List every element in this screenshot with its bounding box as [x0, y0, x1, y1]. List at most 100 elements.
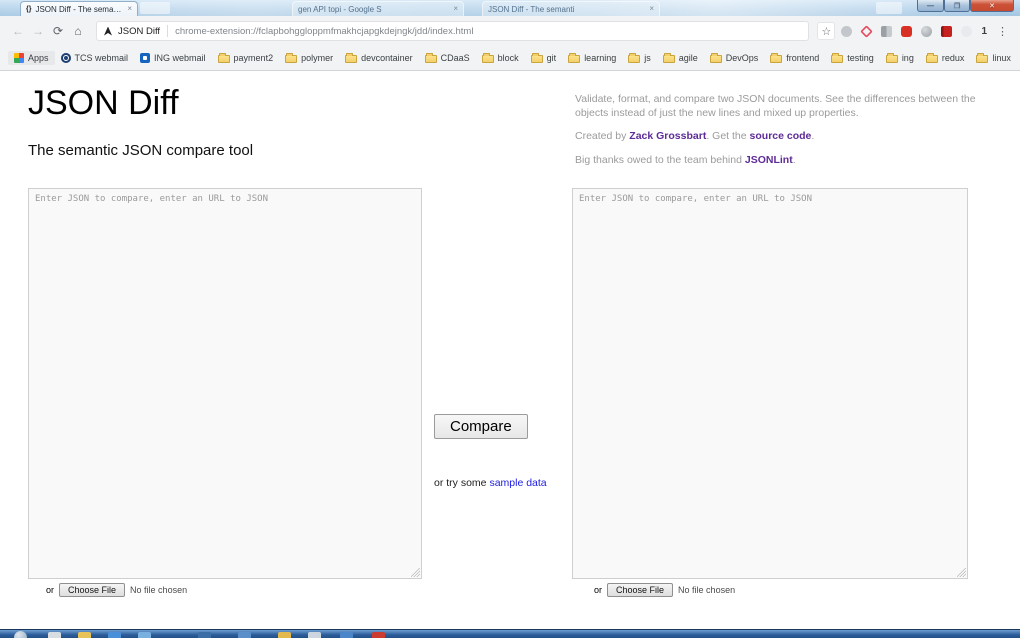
tab-json-diff-active[interactable]: {} JSON Diff - The semantic ×: [20, 1, 138, 16]
tab-close-icon[interactable]: ×: [649, 5, 654, 13]
page-subtitle: The semantic JSON compare tool: [28, 142, 253, 159]
tab-google-search[interactable]: gen API topi - Google S ×: [292, 1, 464, 16]
folder-icon: [285, 55, 297, 63]
tab-close-icon[interactable]: ×: [127, 5, 132, 13]
taskbar-icon[interactable]: [372, 632, 385, 638]
bookmark-label: block: [498, 53, 519, 63]
extension-diamond-icon[interactable]: [861, 25, 873, 37]
bookmark-folder-testing[interactable]: testing: [825, 51, 880, 65]
windows-taskbar: [0, 629, 1020, 638]
bookmark-label: DevOps: [726, 53, 759, 63]
source-code-link[interactable]: source code: [750, 130, 812, 142]
file-status-text: No file chosen: [130, 585, 187, 595]
maximize-button[interactable]: ❐: [944, 0, 970, 12]
right-editor-wrap: [572, 188, 968, 579]
left-file-chooser: or Choose File No file chosen: [46, 583, 187, 597]
folder-icon: [531, 55, 543, 63]
taskbar-icon[interactable]: [308, 632, 321, 638]
home-icon[interactable]: ⌂: [68, 24, 88, 38]
folder-icon: [482, 55, 494, 63]
start-button[interactable]: [14, 631, 27, 638]
sample-prefix: or try some: [434, 477, 489, 489]
taskbar-icon[interactable]: [238, 632, 251, 638]
folder-icon: [770, 55, 782, 63]
taskbar-icon[interactable]: [278, 632, 291, 638]
bookmark-folder-polymer[interactable]: polymer: [279, 51, 339, 65]
author-link[interactable]: Zack Grossbart: [629, 130, 706, 142]
bookmark-folder-frontend[interactable]: frontend: [764, 51, 825, 65]
bookmark-ing-webmail[interactable]: ING webmail: [134, 51, 212, 65]
extension-video-icon[interactable]: [901, 26, 912, 37]
bookmark-folder-learning[interactable]: learning: [562, 51, 622, 65]
taskbar-icon[interactable]: [108, 632, 121, 638]
extension-globe-icon[interactable]: [921, 26, 932, 37]
taskbar-icon[interactable]: [340, 632, 353, 638]
bookmark-folder-cdaas[interactable]: CDaaS: [419, 51, 476, 65]
file-status-text: No file chosen: [678, 585, 735, 595]
tab-close-icon[interactable]: ×: [453, 5, 458, 13]
extension-name-chip: JSON Diff: [118, 26, 160, 37]
bookmark-folder-git[interactable]: git: [525, 51, 563, 65]
taskbar-icon[interactable]: [138, 632, 151, 638]
extension-book-icon[interactable]: [941, 26, 952, 37]
bookmark-folder-js[interactable]: js: [622, 51, 657, 65]
folder-icon: [345, 55, 357, 63]
bookmark-label: linux: [992, 53, 1011, 63]
or-label: or: [46, 585, 54, 595]
taskbar-icon[interactable]: [198, 632, 211, 638]
right-json-input[interactable]: [572, 188, 968, 579]
address-bar[interactable]: JSON Diff chrome-extension://fclapbohggl…: [96, 21, 809, 41]
bookmark-star-icon[interactable]: ☆: [817, 22, 835, 40]
folder-icon: [663, 55, 675, 63]
folder-icon: [628, 55, 640, 63]
extension-grid-icon[interactable]: [881, 26, 892, 37]
choose-file-button[interactable]: Choose File: [607, 583, 673, 597]
tab-title: JSON Diff - The semantic: [35, 5, 123, 14]
back-icon[interactable]: ←: [8, 24, 28, 38]
taskbar-icon[interactable]: [48, 632, 61, 638]
bookmark-folder-redux[interactable]: redux: [920, 51, 971, 65]
bookmark-apps[interactable]: Apps: [8, 51, 55, 65]
bookmark-folder-ing[interactable]: ing: [880, 51, 920, 65]
new-tab-button[interactable]: [876, 2, 902, 14]
bookmark-tcs-webmail[interactable]: TCS webmail: [55, 51, 135, 65]
bookmark-folder-payment2[interactable]: payment2: [212, 51, 280, 65]
minimize-button[interactable]: —: [917, 0, 944, 12]
bookmark-label: payment2: [234, 53, 274, 63]
bookmark-label: TCS webmail: [75, 53, 129, 63]
left-json-input[interactable]: [28, 188, 422, 579]
sample-data-line: or try some sample data: [434, 477, 547, 489]
choose-file-button[interactable]: Choose File: [59, 583, 125, 597]
bookmark-folder-agile[interactable]: agile: [657, 51, 704, 65]
bookmark-folder-linux[interactable]: linux: [970, 51, 1017, 65]
close-button[interactable]: ✕: [970, 0, 1014, 12]
compare-button[interactable]: Compare: [434, 414, 528, 439]
bookmark-folder-block[interactable]: block: [476, 51, 525, 65]
bookmark-label: CDaaS: [441, 53, 470, 63]
forward-icon[interactable]: →: [28, 24, 48, 38]
extension-faded-circle-icon[interactable]: [961, 26, 972, 37]
intro-text: Validate, format, and compare two JSON d…: [575, 92, 979, 120]
jsonlint-link[interactable]: JSONLint: [745, 154, 793, 166]
reload-icon[interactable]: ⟳: [48, 24, 68, 38]
bookmark-folder-devops[interactable]: DevOps: [704, 51, 765, 65]
json-diff-page: JSON Diff The semantic JSON compare tool…: [0, 72, 1020, 629]
browser-menu-icon[interactable]: ⋮: [993, 25, 1012, 38]
tcs-site-icon: [61, 53, 71, 63]
folder-icon: [710, 55, 722, 63]
bookmark-label: git: [547, 53, 557, 63]
tab-title: gen API topi - Google S: [298, 5, 382, 14]
thanks-prefix: Big thanks owed to the team behind: [575, 154, 745, 166]
bookmark-label: polymer: [301, 53, 333, 63]
omnibox-separator: [167, 25, 168, 37]
sample-data-link[interactable]: sample data: [489, 477, 546, 489]
bookmark-folder-devcontainer[interactable]: devcontainer: [339, 51, 419, 65]
tab-json-diff-2[interactable]: JSON Diff - The semanti ×: [482, 1, 660, 16]
taskbar-folder-icon[interactable]: [78, 632, 91, 638]
extension-password-icon[interactable]: 1: [981, 26, 987, 37]
extension-circle-icon[interactable]: [841, 26, 852, 37]
or-label: or: [594, 585, 602, 595]
page-title: JSON Diff: [28, 84, 179, 123]
folder-icon: [926, 55, 938, 63]
url-text[interactable]: chrome-extension://fclapbohggloppmfmakhc…: [175, 26, 473, 37]
